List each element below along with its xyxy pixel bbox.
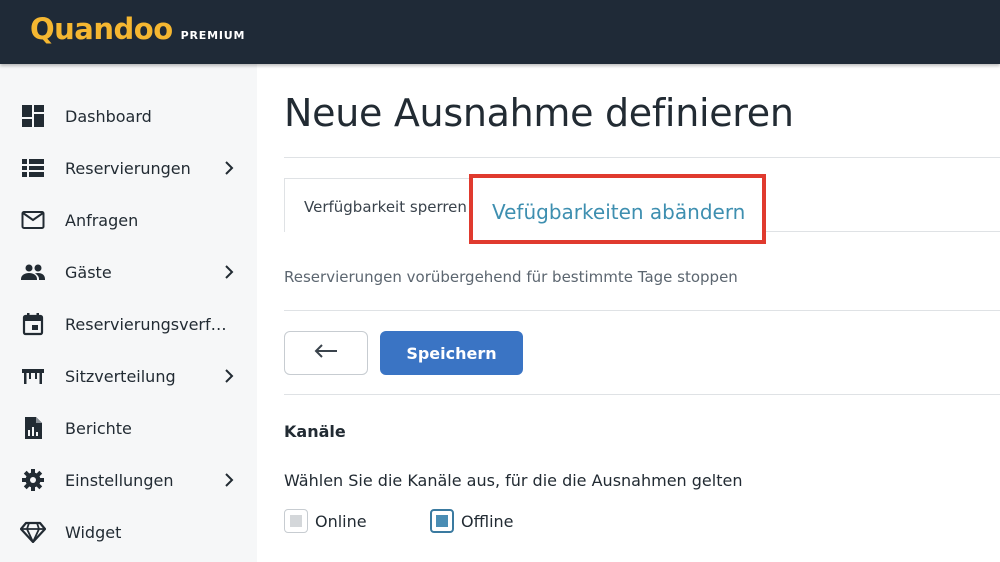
table-icon bbox=[20, 364, 46, 388]
divider bbox=[284, 157, 1000, 158]
top-bar: Quandoo PREMIUM bbox=[0, 0, 1000, 64]
divider bbox=[284, 394, 1000, 395]
sidebar-item-anfragen[interactable]: Anfragen bbox=[0, 198, 257, 242]
tab-divider bbox=[766, 231, 1000, 232]
sidebar-item-label: Berichte bbox=[65, 418, 132, 438]
diamond-icon bbox=[20, 520, 46, 544]
sidebar-item-reservierungen[interactable]: Reservierungen bbox=[0, 146, 257, 190]
sidebar-item-label: Gäste bbox=[65, 262, 112, 282]
sidebar-item-berichte[interactable]: Berichte bbox=[0, 406, 257, 450]
tab-verfuegbarkeiten-abaendern[interactable]: Vefügbarkeiten abändern bbox=[469, 174, 766, 244]
channel-online-option[interactable]: Online bbox=[284, 507, 367, 535]
sidebar-item-reservierungsverfuegbarkeit[interactable]: Reservierungsverfügbarkeit bbox=[0, 302, 257, 346]
tab-description: Reservierungen vorübergehend für bestimm… bbox=[284, 268, 738, 286]
offline-label: Offline bbox=[461, 511, 514, 531]
channels-title: Kanäle bbox=[284, 422, 346, 441]
logo-wordmark: Quandoo bbox=[30, 12, 173, 46]
page-title: Neue Ausnahme definieren bbox=[284, 91, 794, 135]
chevron-right-icon bbox=[222, 160, 236, 176]
chevron-right-icon bbox=[222, 264, 236, 280]
back-button[interactable] bbox=[284, 331, 368, 375]
tab-verfuegbarkeit-sperren[interactable]: Verfügbarkeit sperren bbox=[284, 178, 474, 232]
sidebar-item-label: Dashboard bbox=[65, 106, 152, 126]
save-button[interactable]: Speichern bbox=[380, 331, 523, 375]
mail-icon bbox=[20, 208, 46, 232]
sidebar-item-sitzverteilung[interactable]: Sitzverteilung bbox=[0, 354, 257, 398]
report-icon bbox=[20, 416, 46, 440]
sidebar-item-gaeste[interactable]: Gäste bbox=[0, 250, 257, 294]
channels-description: Wählen Sie die Kanäle aus, für die die A… bbox=[284, 471, 743, 490]
sidebar-item-label: Reservierungen bbox=[65, 158, 191, 178]
offline-checkbox[interactable] bbox=[430, 509, 454, 533]
calendar-icon bbox=[20, 312, 46, 336]
arrow-left-icon bbox=[313, 343, 339, 363]
channel-offline-option[interactable]: Offline bbox=[430, 507, 514, 535]
sidebar-item-label: Sitzverteilung bbox=[65, 366, 176, 386]
logo-premium-badge: PREMIUM bbox=[180, 29, 246, 42]
people-icon bbox=[20, 260, 46, 284]
sidebar-item-dashboard[interactable]: Dashboard bbox=[0, 94, 257, 138]
sidebar-item-label: Widget bbox=[65, 522, 122, 542]
online-checkbox[interactable] bbox=[284, 509, 308, 533]
chevron-right-icon bbox=[222, 472, 236, 488]
sidebar-item-label: Anfragen bbox=[65, 210, 139, 230]
sidebar: Dashboard Reservierungen Anfragen Gäste … bbox=[0, 64, 257, 562]
dashboard-icon bbox=[20, 104, 46, 128]
gear-icon bbox=[20, 468, 46, 492]
divider bbox=[284, 310, 1000, 311]
sidebar-item-label: Einstellungen bbox=[65, 470, 174, 490]
list-icon bbox=[20, 156, 46, 180]
chevron-right-icon bbox=[222, 368, 236, 384]
sidebar-item-label: Reservierungsverfügbarkeit bbox=[65, 314, 235, 334]
main-content: Neue Ausnahme definieren Verfügbarkeit s… bbox=[257, 64, 1000, 562]
quandoo-logo[interactable]: Quandoo PREMIUM bbox=[30, 12, 245, 46]
online-label: Online bbox=[315, 511, 367, 531]
sidebar-item-widget[interactable]: Widget bbox=[0, 510, 257, 554]
sidebar-item-einstellungen[interactable]: Einstellungen bbox=[0, 458, 257, 502]
